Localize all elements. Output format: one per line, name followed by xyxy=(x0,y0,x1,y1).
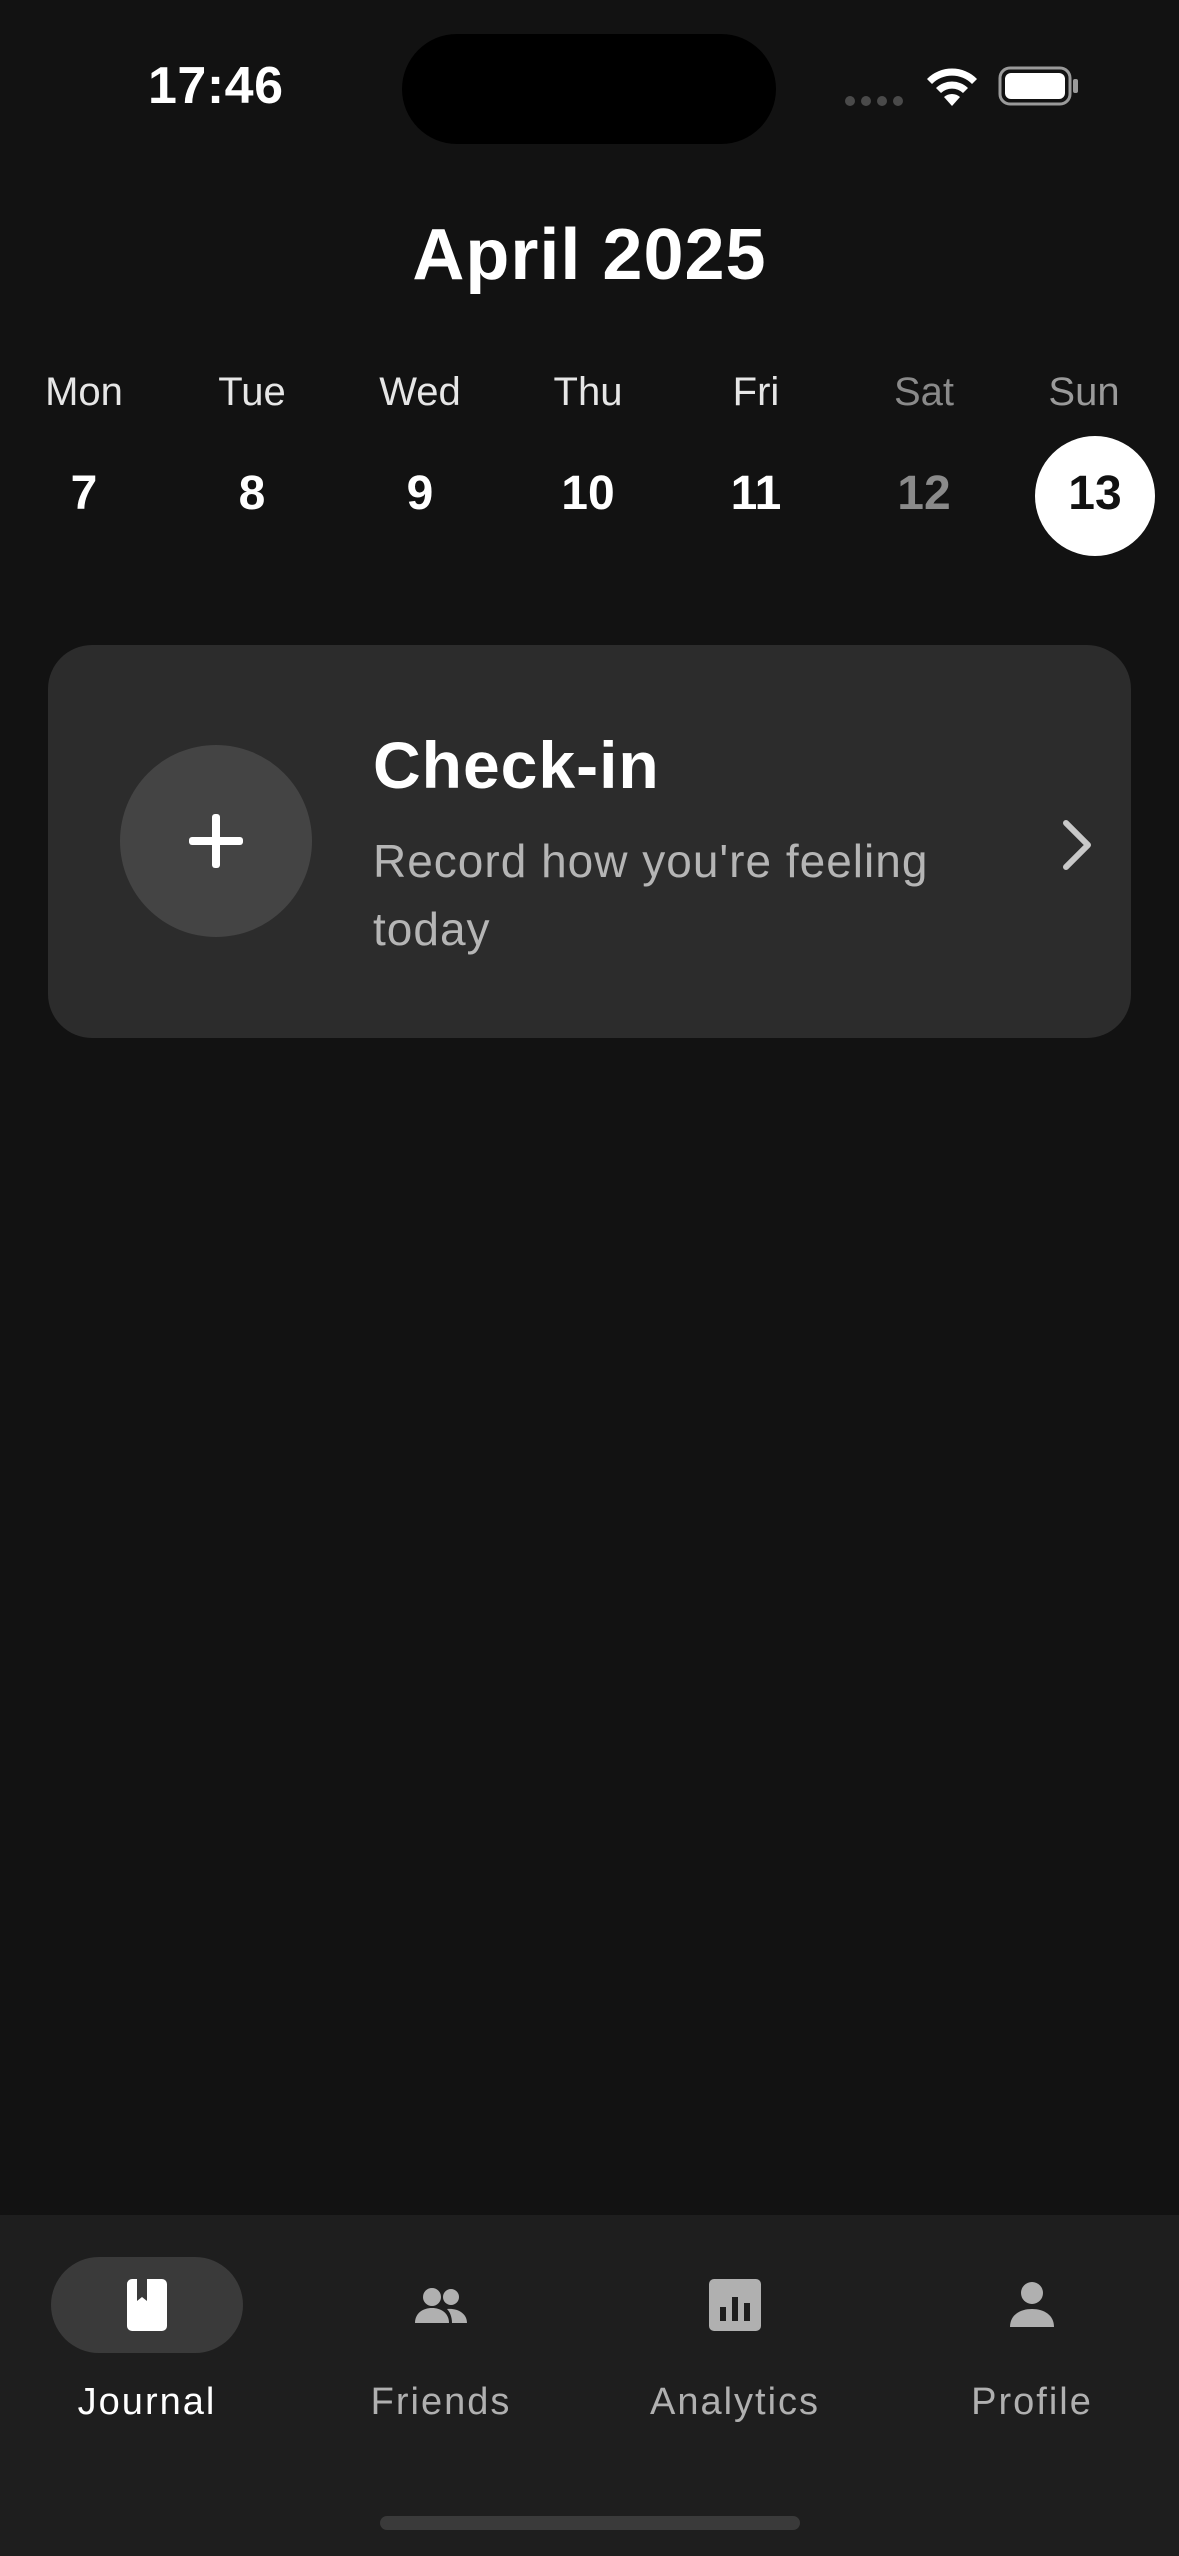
day-number: 7 xyxy=(70,467,98,520)
day-name: Fri xyxy=(732,370,780,414)
nav-friends[interactable]: Friends xyxy=(294,2257,588,2437)
add-checkin-button[interactable] xyxy=(120,745,312,937)
day-tue[interactable]: Tue 8 xyxy=(168,370,336,570)
day-number: 9 xyxy=(406,467,434,520)
day-name: Sun xyxy=(1048,370,1120,414)
day-number: 11 xyxy=(730,467,782,520)
people-icon xyxy=(415,2288,467,2323)
chevron-right-icon xyxy=(1063,820,1091,870)
day-name: Thu xyxy=(553,370,623,414)
day-number: 12 xyxy=(897,467,951,520)
day-sun-selected[interactable]: Sun 13 xyxy=(1000,370,1168,570)
month-title: April 2025 xyxy=(412,215,767,295)
bar-chart-icon xyxy=(709,2279,761,2331)
day-number: 8 xyxy=(238,467,266,520)
day-number: 10 xyxy=(561,467,615,520)
nav-label: Profile xyxy=(971,2381,1093,2423)
day-sat[interactable]: Sat 12 xyxy=(840,370,1008,570)
journal-book-icon xyxy=(127,2279,167,2331)
person-icon xyxy=(1010,2282,1054,2327)
day-thu[interactable]: Thu 10 xyxy=(504,370,672,570)
bottom-nav: Journal Friends Analytics Profile xyxy=(0,2215,1179,2556)
nav-profile[interactable]: Profile xyxy=(885,2257,1179,2437)
nav-label: Analytics xyxy=(649,2381,821,2423)
wifi-icon xyxy=(927,68,977,106)
week-strip: Mon 7 Tue 8 Wed 9 Thu 10 Fri 11 Sat 12 S… xyxy=(0,370,1179,570)
nav-label: Journal xyxy=(77,2381,217,2423)
dynamic-island xyxy=(402,34,776,144)
checkin-card[interactable]: Check-in Record how you're feeling today xyxy=(48,645,1131,1038)
day-wed[interactable]: Wed 9 xyxy=(336,370,504,570)
cellular-signal-icon xyxy=(845,96,903,106)
day-name: Tue xyxy=(218,370,286,414)
plus-icon xyxy=(189,814,243,868)
day-name: Sat xyxy=(893,370,955,414)
nav-journal[interactable]: Journal xyxy=(0,2257,294,2437)
day-fri[interactable]: Fri 11 xyxy=(672,370,840,570)
checkin-title: Check-in xyxy=(373,728,660,802)
status-time: 17:46 xyxy=(148,57,284,115)
status-bar: 17:46 xyxy=(0,0,1179,170)
day-name: Wed xyxy=(379,370,461,414)
battery-icon xyxy=(998,66,1078,106)
day-mon[interactable]: Mon 7 xyxy=(0,370,168,570)
nav-analytics[interactable]: Analytics xyxy=(588,2257,882,2437)
checkin-subtitle: Record how you're feeling today xyxy=(373,835,929,955)
nav-label: Friends xyxy=(370,2381,512,2423)
day-number: 13 xyxy=(1068,467,1122,520)
home-indicator xyxy=(380,2516,800,2530)
day-name: Mon xyxy=(45,370,123,414)
